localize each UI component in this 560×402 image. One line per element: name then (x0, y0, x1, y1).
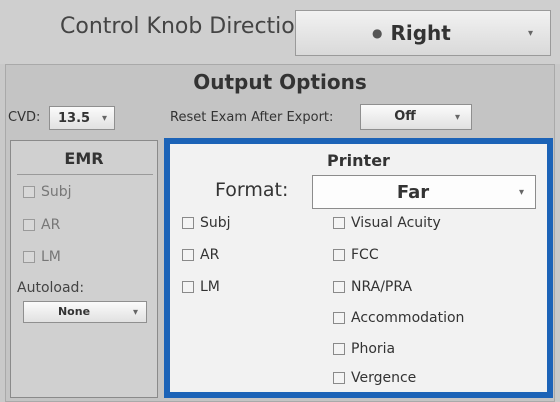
emr-checkbox-ar[interactable]: AR (23, 217, 60, 233)
printer-checkbox-label: Phoria (351, 341, 396, 357)
printer-checkbox-label: NRA/PRA (351, 279, 413, 295)
chevron-down-icon: ▾ (528, 28, 534, 39)
chevron-down-icon: ▾ (455, 112, 461, 123)
reset-exam-value: Off (394, 109, 416, 124)
printer-checkbox-label: LM (200, 279, 220, 295)
checkbox-icon (23, 186, 35, 198)
control-knob-label: Control Knob Direction: (60, 14, 317, 39)
chevron-down-icon: ▾ (133, 307, 139, 318)
cvd-value: 13.5 (58, 111, 91, 126)
checkbox-icon (333, 343, 345, 355)
printer-checkbox-label: FCC (351, 247, 379, 263)
emr-group: EMR Subj AR LM Autoload: None ▾ (10, 140, 158, 398)
emr-title: EMR (64, 149, 104, 168)
bullet-icon: ● (372, 26, 383, 40)
printer-checkbox-fcc[interactable]: FCC (333, 247, 379, 263)
printer-checkbox-label: Vergence (351, 370, 417, 386)
printer-checkbox-visual-acuity[interactable]: Visual Acuity (333, 215, 441, 231)
emr-checkbox-subj[interactable]: Subj (23, 184, 72, 200)
format-label: Format: (215, 179, 289, 201)
printer-checkbox-label: Visual Acuity (351, 215, 441, 231)
printer-checkbox-lm[interactable]: LM (182, 279, 220, 295)
printer-checkbox-label: Accommodation (351, 310, 465, 326)
control-knob-select[interactable]: ● Right ▾ (295, 10, 551, 56)
chevron-down-icon: ▾ (519, 187, 525, 198)
printer-checkbox-nra-pra[interactable]: NRA/PRA (333, 279, 412, 295)
printer-group: Printer Format: Far ▾ Subj AR LM Visual … (164, 138, 553, 398)
format-value: Far (396, 182, 430, 203)
autoload-value: None (57, 305, 91, 318)
emr-checkbox-label: AR (41, 217, 61, 233)
checkbox-icon (23, 219, 35, 231)
cvd-select[interactable]: 13.5 ▾ (49, 106, 115, 130)
checkbox-icon (333, 312, 345, 324)
printer-checkbox-label: AR (200, 247, 220, 263)
printer-checkbox-phoria[interactable]: Phoria (333, 341, 395, 357)
emr-checkbox-lm[interactable]: LM (23, 249, 61, 265)
checkbox-icon (182, 217, 194, 229)
checkbox-icon (333, 249, 345, 261)
printer-checkbox-label: Subj (200, 215, 231, 231)
printer-checkbox-vergence[interactable]: Vergence (333, 370, 416, 386)
reset-exam-select[interactable]: Off ▾ (360, 104, 472, 130)
chevron-down-icon: ▾ (102, 113, 108, 124)
printer-checkbox-accommodation[interactable]: Accommodation (333, 310, 464, 326)
checkbox-icon (182, 281, 194, 293)
control-knob-value: Right (390, 21, 451, 45)
printer-title: Printer (327, 151, 390, 170)
autoload-select[interactable]: None ▾ (23, 301, 147, 323)
autoload-label: Autoload: (17, 280, 85, 296)
checkbox-icon (23, 251, 35, 263)
reset-exam-label: Reset Exam After Export: (170, 110, 334, 125)
emr-checkbox-label: Subj (41, 184, 72, 200)
emr-divider (17, 174, 153, 175)
output-options-title: Output Options (193, 70, 367, 94)
emr-checkbox-label: LM (41, 249, 61, 265)
checkbox-icon (333, 217, 345, 229)
format-select[interactable]: Far ▾ (312, 175, 536, 209)
checkbox-icon (333, 281, 345, 293)
cvd-label: CVD: (8, 110, 41, 125)
printer-checkbox-subj[interactable]: Subj (182, 215, 231, 231)
checkbox-icon (333, 372, 345, 384)
checkbox-icon (182, 249, 194, 261)
printer-checkbox-ar[interactable]: AR (182, 247, 219, 263)
